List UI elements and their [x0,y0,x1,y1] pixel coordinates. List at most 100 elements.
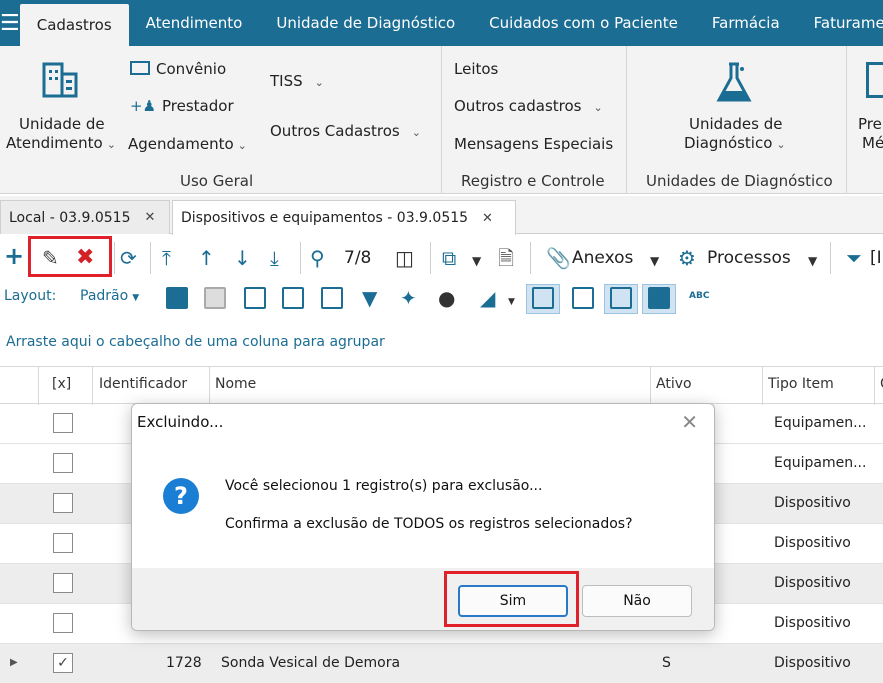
refresh-icon[interactable]: ⟳ [120,246,137,270]
cut-icon [866,62,883,98]
anexos-dropdown-icon[interactable]: ▼ [650,249,659,273]
insert-icon[interactable] [244,287,266,309]
ribbon-button-cut[interactable]: Pre Mé [852,56,883,156]
doc-tab-local[interactable]: Local - 03.9.0515 ✕ [0,200,170,234]
document-tabs: Local - 03.9.0515 ✕ Dispositivos e equipa… [0,196,883,235]
row-checkbox[interactable]: ✓ [53,653,73,673]
chevron-down-icon: ⌄ [106,138,116,151]
no-button[interactable]: Não [582,585,692,617]
tiss-button[interactable]: TISS ⌄ [270,72,324,90]
export-dropdown-icon[interactable]: ▼ [472,249,481,273]
close-icon[interactable]: ✕ [145,210,156,225]
last-record-icon[interactable]: ⤓ [270,246,279,270]
convenio-button[interactable]: Convênio [130,60,226,78]
paperclip-icon[interactable]: 📎 [546,246,571,270]
pin-icon[interactable]: ▼ [362,286,377,310]
processos-dropdown-icon[interactable]: ▼ [808,249,817,273]
move-up-icon[interactable] [282,287,304,309]
unidade-atendimento-button[interactable]: Unidade de Atendimento ⌄ [4,56,116,156]
record-count: 7/8 [344,248,372,268]
doc-tab-dispositivos[interactable]: Dispositivos e equipamentos - 03.9.0515 ✕ [172,200,516,235]
group-by-hint[interactable]: Arraste aqui o cabeçalho de uma coluna p… [6,334,385,350]
prestador-button[interactable]: +♟ Prestador [130,97,234,115]
outros-cadastros-button[interactable]: Outros Cadastros ⌄ [270,122,421,140]
cell-tipo-item: Dispositivo [774,535,851,551]
view-mode-4-icon [648,287,670,309]
leitos-button[interactable]: Leitos [454,60,498,78]
chevron-down-icon: ⌄ [237,139,247,152]
first-record-icon[interactable]: ⤒ [162,246,171,270]
anexos-button[interactable]: Anexos [572,248,633,268]
mensagens-especiais-button[interactable]: Mensagens Especiais [454,135,613,153]
add-icon[interactable]: + [4,244,24,268]
filter-icon[interactable]: ⏷ [846,246,862,270]
cell-tipo-item: Equipamen... [774,455,867,471]
agendamento-button[interactable]: Agendamento ⌄ [128,135,247,153]
table-row[interactable]: ▶ ✓ 1728 Sonda Vesical de Demora S Dispo… [0,644,883,683]
card-icon [130,61,150,75]
delete-confirm-dialog: Excluindo... ✕ ? Você selecionou 1 regis… [131,403,715,631]
row-checkbox[interactable] [53,533,73,553]
chevron-down-icon: ▼ [132,293,140,303]
menu-tab-cadastros[interactable]: Cadastros [19,4,129,46]
add-row-icon[interactable] [166,287,188,309]
layout-toolbar: Layout: Padrão ▼ ▼ ✦ ● ◢ ▼ ABC [0,282,883,316]
row-checkbox[interactable] [53,613,73,633]
menu-tab-farmacia[interactable]: Farmácia [695,0,797,46]
export-icon[interactable]: ⧉ [442,246,456,270]
color-icon[interactable]: ● [438,286,455,310]
row-checkbox[interactable] [53,573,73,593]
app-logo-icon[interactable]: ☰ [0,0,20,46]
column-header-nome[interactable]: Nome [215,376,256,392]
columns-icon[interactable]: ◫ [395,246,414,270]
column-header-select[interactable]: [x] [52,376,71,392]
toolbar-separator [150,242,151,274]
column-header-ativo[interactable]: Ativo [656,376,692,392]
cell-tipo-item: Dispositivo [774,615,851,631]
next-record-icon[interactable]: ↓ [234,246,251,270]
highlight-edit-delete [28,236,112,277]
group-label-uso-geral: Uso Geral [180,172,254,190]
column-header-tipo-item[interactable]: Tipo Item [768,376,834,392]
building-icon [42,62,78,98]
add-person-icon: +♟ [130,97,157,115]
row-checkbox[interactable] [53,493,73,513]
unidades-diagnostico-button[interactable]: Unidades de Diagnóstico ⌄ [660,56,810,156]
search-icon[interactable]: ⚲ [310,246,325,270]
close-icon[interactable]: ✕ [681,410,698,434]
menu-tab-cuidados-paciente[interactable]: Cuidados com o Paciente [472,0,695,46]
ribbon-separator [846,46,847,194]
chart-icon[interactable]: ◢ [480,286,495,310]
gear-icon[interactable]: ⚙ [678,246,696,270]
layout-label: Layout: [4,288,57,304]
dialog-message-line-1: Você selecionou 1 registro(s) para exclu… [225,478,543,494]
column-separator [38,367,39,405]
menu-tab-atendimento[interactable]: Atendimento [129,0,260,46]
highlight-yes-button [444,571,579,627]
abc-icon[interactable]: ABC [689,291,709,301]
column-separator [874,367,875,405]
previous-record-icon[interactable]: ↑ [198,246,215,270]
processos-button[interactable]: Processos [707,248,791,268]
layout-select[interactable]: Padrão ▼ [80,288,139,304]
flask-icon [716,62,752,102]
column-separator [650,367,651,405]
outros-cadastros-2-button[interactable]: Outros cadastros ⌄ [454,97,603,115]
cut-label-1: Pre [858,115,882,133]
row-checkbox[interactable] [53,453,73,473]
delete-row-icon[interactable] [204,287,226,309]
record-toolbar: + ✎ ✖ ⟳ ⤒ ↑ ↓ ⤓ ⚲ 7/8 ◫ ⧉ ▼ 🗎 📎 Anexos ▼… [0,236,883,280]
close-icon[interactable]: ✕ [482,211,493,226]
column-header-identificador[interactable]: Identificador [99,376,187,392]
view-mode-2-icon[interactable] [572,287,594,309]
menu-tab-unidade-diagnostico[interactable]: Unidade de Diagnóstico [259,0,472,46]
menu-tab-faturamento[interactable]: Faturame [797,0,883,46]
column-separator [209,367,210,405]
column-separator [762,367,763,405]
move-down-icon[interactable] [321,287,343,309]
pushpin-icon[interactable]: ✦ [400,286,417,310]
unidade-atendimento-label-1: Unidade de [19,115,105,133]
document-icon[interactable]: 🗎 [498,246,514,270]
row-checkbox[interactable] [53,413,73,433]
chart-dropdown-icon[interactable]: ▼ [508,290,515,314]
